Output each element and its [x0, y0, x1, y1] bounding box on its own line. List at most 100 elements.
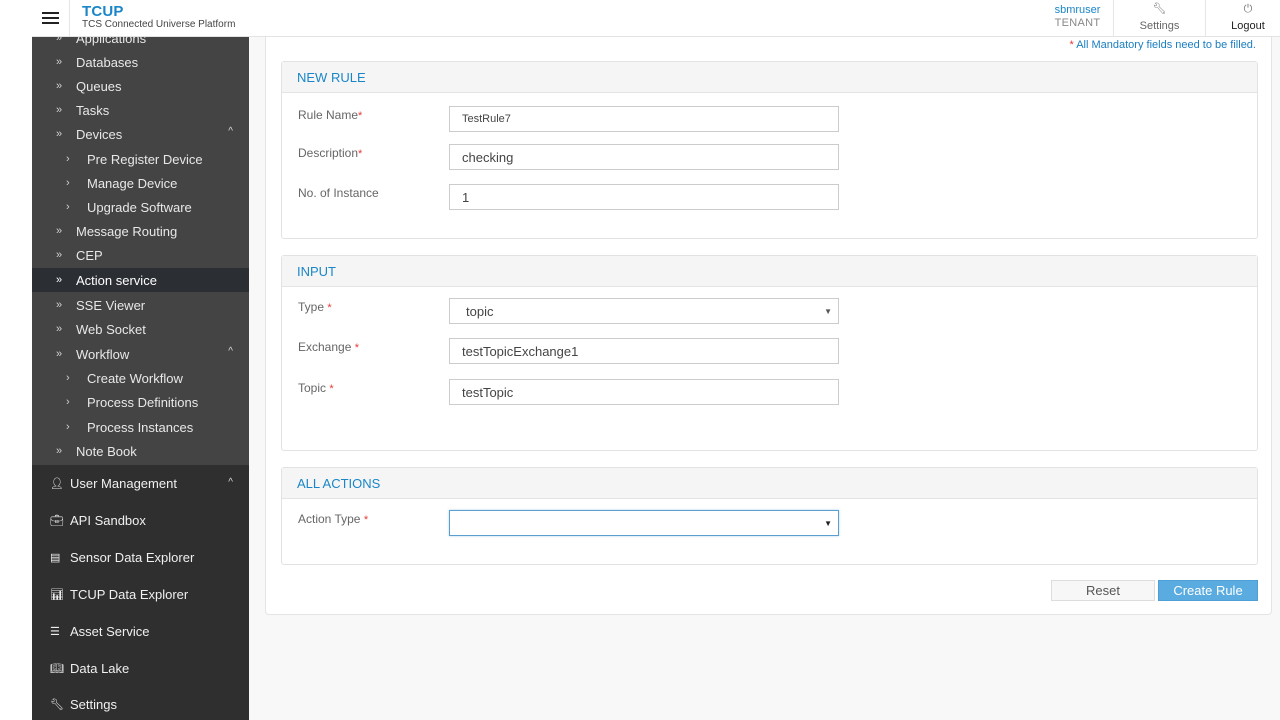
top-header: TCUP TCS Connected Universe Platform sbm…	[32, 0, 1280, 37]
topic-label: Topic *	[298, 381, 334, 395]
double-chevron-right-icon: »	[56, 323, 63, 335]
sidebar-item-process-instances[interactable]: › Process Instances	[32, 415, 249, 439]
sidebar-item-label: Databases	[76, 54, 139, 70]
all-actions-panel-title: ALL ACTIONS	[282, 468, 1257, 499]
brand: TCUP TCS Connected Universe Platform	[82, 3, 236, 31]
chevron-up-icon[interactable]: ^	[228, 346, 233, 357]
sidebar-main-label: User Management	[70, 475, 177, 491]
menu-toggle-button[interactable]	[32, 0, 70, 37]
sidebar-main-tcup-data-explorer[interactable]: 📊︎ TCUP Data Explorer	[32, 579, 249, 609]
double-chevron-right-icon: »	[56, 249, 63, 261]
double-chevron-right-icon: »	[56, 225, 63, 237]
double-chevron-right-icon: »	[56, 56, 63, 68]
sidebar-item-pre-register-device[interactable]: › Pre Register Device	[32, 147, 249, 171]
topic-input[interactable]: testTopic	[449, 379, 839, 405]
user-info[interactable]: sbmruser TENANT	[1042, 0, 1114, 37]
description-input[interactable]: checking	[449, 144, 839, 170]
sidebar-main-sensor-data-explorer[interactable]: ▤ Sensor Data Explorer	[32, 542, 249, 572]
sidebar-item-queues[interactable]: » Queues	[32, 74, 249, 98]
brand-title: TCUP	[82, 3, 124, 20]
sidebar-item-label: SSE Viewer	[76, 297, 146, 313]
sidebar-main-label: API Sandbox	[70, 512, 146, 528]
create-rule-button[interactable]: Create Rule	[1158, 580, 1258, 601]
sidebar-item-label: Create Workflow	[87, 370, 183, 386]
reset-button[interactable]: Reset	[1051, 580, 1155, 601]
header-settings-button[interactable]: 🔧︎ Settings	[1114, 0, 1206, 37]
action-type-label: Action Type *	[298, 512, 369, 526]
new-rule-panel-title: NEW RULE	[282, 62, 1257, 93]
main-content: * All Mandatory fields need to be filled…	[249, 37, 1280, 720]
sidebar-item-label: Tasks	[76, 102, 110, 118]
sidebar-main-label: Asset Service	[70, 623, 150, 639]
sidebar-item-manage-device[interactable]: › Manage Device	[32, 171, 249, 195]
sidebar-item-create-workflow[interactable]: › Create Workflow	[32, 366, 249, 390]
sidebar-item-label: CEP	[76, 247, 103, 263]
sidebar-item-label: Upgrade Software	[87, 199, 192, 215]
action-type-select[interactable]: ▼	[449, 510, 839, 536]
rule-name-label: Rule Name*	[298, 108, 363, 122]
double-chevron-right-icon: »	[56, 80, 63, 92]
sidebar-item-process-definitions[interactable]: › Process Definitions	[32, 390, 249, 414]
sidebar-item-web-socket[interactable]: » Web Socket	[32, 317, 249, 341]
action-type-row: Action Type * ▼	[282, 510, 1257, 538]
sidebar-item-label: Devices	[76, 126, 123, 142]
sidebar-main-label: TCUP Data Explorer	[70, 586, 189, 602]
sidebar-item-label: Process Definitions	[87, 394, 199, 410]
logout-button[interactable]: ⏻ Logout	[1206, 0, 1280, 37]
sidebar-item-tasks[interactable]: » Tasks	[32, 98, 249, 122]
sidebar-item-cep[interactable]: » CEP	[32, 243, 249, 267]
exchange-input[interactable]: testTopicExchange1	[449, 338, 839, 364]
exchange-label: Exchange *	[298, 340, 359, 354]
instances-row: No. of Instance 1	[282, 184, 1257, 212]
chevron-right-icon: ›	[66, 396, 70, 408]
double-chevron-right-icon: »	[56, 348, 63, 360]
exchange-row: Exchange * testTopicExchange1	[282, 338, 1257, 366]
sidebar-main-asset-service[interactable]: ☰ Asset Service	[32, 616, 249, 646]
sidebar-item-message-routing[interactable]: » Message Routing	[32, 219, 249, 243]
user-name[interactable]: sbmruser	[1042, 4, 1113, 17]
type-select-value: topic	[466, 303, 494, 319]
power-icon: ⏻	[1243, 3, 1253, 15]
sidebar-main-label: Sensor Data Explorer	[70, 549, 195, 565]
sidebar-item-label: Action service	[76, 272, 157, 288]
sidebar-item-label: Message Routing	[76, 223, 178, 239]
instances-input[interactable]: 1	[449, 184, 839, 210]
rule-form-container: * All Mandatory fields need to be filled…	[265, 37, 1272, 615]
sidebar-item-devices[interactable]: » Devices ^	[32, 122, 249, 146]
type-label: Type *	[298, 300, 332, 314]
mandatory-note: * All Mandatory fields need to be filled…	[1069, 39, 1256, 51]
chevron-up-icon[interactable]: ^	[228, 477, 233, 488]
sidebar-item-action-service[interactable]: » Action service	[32, 268, 249, 292]
sidebar-main-api-sandbox[interactable]: 💼︎ API Sandbox	[32, 505, 249, 535]
chevron-right-icon: ›	[66, 201, 70, 213]
bar-chart-icon: 📊︎	[50, 588, 64, 601]
sidebar-main-user-management[interactable]: 👤︎ User Management ^	[32, 468, 249, 498]
sidebar-item-label: Pre Register Device	[87, 151, 203, 167]
user-role: TENANT	[1054, 17, 1101, 29]
sidebar-item-workflow[interactable]: » Workflow ^	[32, 342, 249, 366]
dropdown-arrow-icon: ▼	[824, 519, 832, 528]
type-row: Type * topic ▼	[282, 298, 1257, 326]
double-chevron-right-icon: »	[56, 299, 63, 311]
chevron-up-icon[interactable]: ^	[228, 126, 233, 137]
sidebar-item-sse-viewer[interactable]: » SSE Viewer	[32, 293, 249, 317]
logout-label: Logout	[1231, 20, 1265, 32]
sidebar-main-data-lake[interactable]: 📖︎ Data Lake	[32, 653, 249, 683]
new-rule-panel: NEW RULE Rule Name* TestRule7 Descriptio…	[281, 61, 1258, 239]
description-label: Description*	[298, 146, 363, 160]
sidebar-item-databases[interactable]: » Databases	[32, 50, 249, 74]
rule-name-input[interactable]: TestRule7	[449, 106, 839, 132]
type-select[interactable]: topic ▼	[449, 298, 839, 324]
hamburger-icon	[42, 12, 59, 25]
briefcase-icon: 💼︎	[50, 514, 64, 527]
sidebar-item-label: Workflow	[76, 346, 130, 362]
input-panel-title: INPUT	[282, 256, 1257, 287]
input-panel: INPUT Type * topic ▼ Exchange * testTopi…	[281, 255, 1258, 451]
chevron-right-icon: ›	[66, 177, 70, 189]
wrench-icon: 🔧︎	[50, 698, 64, 711]
sidebar-item-note-book[interactable]: » Note Book	[32, 439, 249, 463]
book-icon: 📖︎	[50, 662, 64, 675]
brand-subtitle: TCS Connected Universe Platform	[82, 19, 236, 30]
sidebar-item-upgrade-software[interactable]: › Upgrade Software	[32, 195, 249, 219]
sidebar-main-settings[interactable]: 🔧︎ Settings	[32, 689, 249, 719]
